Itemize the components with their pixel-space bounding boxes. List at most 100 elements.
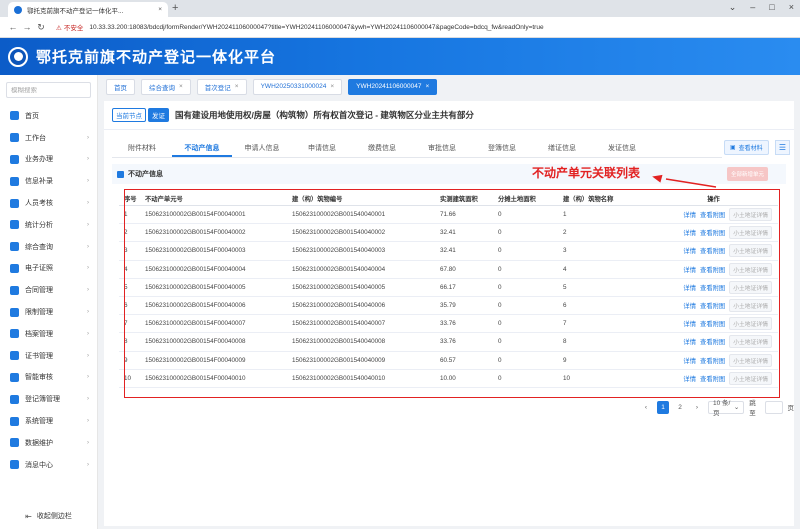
sidebar-item[interactable]: 首页 — [0, 105, 97, 127]
close-icon[interactable]: × — [425, 83, 429, 90]
view-drawing-link[interactable]: 查看附图 — [700, 337, 725, 346]
next-page-button[interactable]: › — [691, 401, 703, 414]
minimize-icon[interactable]: – — [750, 2, 755, 13]
forward-icon[interactable]: → — [20, 22, 34, 32]
goto-page-input[interactable] — [765, 400, 783, 414]
menu-toggle-button[interactable]: ☰ — [775, 140, 790, 155]
detail-link[interactable]: 详情 — [683, 356, 696, 365]
view-drawing-link[interactable]: 查看附图 — [700, 356, 725, 365]
view-drawing-link[interactable]: 查看附图 — [700, 228, 725, 237]
table-cell: 9 — [124, 356, 128, 364]
sidebar-item[interactable]: 工作台 › — [0, 127, 97, 149]
menu-item-icon — [10, 220, 19, 230]
view-drawing-link[interactable]: 查看附图 — [700, 374, 725, 383]
sidebar-item[interactable]: 智能审核 › — [0, 367, 97, 389]
close-window-icon[interactable]: × — [789, 2, 794, 13]
security-indicator[interactable]: ⚠ 不安全 — [56, 22, 83, 32]
close-icon[interactable]: × — [330, 83, 334, 90]
sidebar-item[interactable]: 数据维护 › — [0, 432, 97, 454]
detail-link[interactable]: 详情 — [683, 246, 696, 255]
table-cell: 150623100002GB00154F00040006 — [145, 302, 246, 310]
sidebar-item[interactable]: 消息中心 › — [0, 454, 97, 476]
close-icon[interactable]: × — [179, 83, 183, 90]
table-cell: 8 — [124, 338, 128, 346]
sidebar-item[interactable]: 限制管理 › — [0, 301, 97, 323]
table-cell: 0 — [498, 283, 502, 291]
table-cell: 150623100002GB00154F00040008 — [145, 338, 246, 346]
form-tab[interactable]: 登簿信息 — [472, 140, 532, 157]
page-tab[interactable]: YWH20250331000024 × — [252, 78, 343, 95]
view-drawing-link[interactable]: 查看附图 — [700, 283, 725, 292]
sidebar-item-label: 限制管理 — [25, 309, 53, 317]
view-material-button[interactable]: ▣ 查看材料 — [724, 140, 769, 155]
detail-link[interactable]: 详情 — [683, 265, 696, 274]
table-cell: 150623100002GB001540040006 — [292, 302, 386, 310]
sidebar-item[interactable]: 综合查询 › — [0, 236, 97, 258]
sidebar-item[interactable]: 登记簿管理 › — [0, 388, 97, 410]
sidebar-item[interactable]: 合同管理 › — [0, 279, 97, 301]
land-certificate-detail-button: 小土地证详情 — [729, 280, 772, 294]
sidebar-item[interactable]: 统计分析 › — [0, 214, 97, 236]
sidebar-item[interactable]: 档案管理 › — [0, 323, 97, 345]
page-tab[interactable]: 首页 — [106, 78, 135, 95]
prev-page-button[interactable]: ‹ — [640, 401, 652, 414]
tab-search-icon[interactable]: ⌄ — [729, 2, 737, 13]
form-tab[interactable]: 不动产信息 — [172, 140, 232, 157]
form-tab[interactable]: 缴费信息 — [352, 140, 412, 157]
chevron-right-icon: › — [87, 156, 89, 163]
sidebar-item[interactable]: 电子证照 › — [0, 258, 97, 280]
view-drawing-link[interactable]: 查看附图 — [700, 301, 725, 310]
view-drawing-link[interactable]: 查看附图 — [700, 319, 725, 328]
sidebar-item[interactable]: 系统管理 › — [0, 410, 97, 432]
form-tab[interactable]: 附件材料 — [112, 140, 172, 157]
table-row: 4 150623100002GB00154F00040004 15062310000… — [119, 261, 778, 279]
chevron-right-icon: › — [87, 309, 89, 316]
page-tab[interactable]: 首次登记 × — [196, 78, 247, 95]
table-cell: 0 — [498, 211, 502, 219]
sidebar-item[interactable]: 证书管理 › — [0, 345, 97, 367]
close-icon[interactable]: × — [235, 83, 239, 90]
page-tab[interactable]: 综合查询 × — [141, 78, 191, 95]
form-tab[interactable]: 申请人信息 — [232, 140, 292, 157]
collapse-icon: ⇤ — [25, 511, 32, 521]
sidebar-item-label: 登记簿管理 — [25, 396, 60, 404]
view-drawing-link[interactable]: 查看附图 — [700, 210, 725, 219]
add-all-units-button[interactable]: 全部新增单元 — [727, 167, 769, 181]
detail-link[interactable]: 详情 — [683, 228, 696, 237]
detail-link[interactable]: 详情 — [683, 337, 696, 346]
table-cell: 60.57 — [440, 356, 456, 364]
close-tab-icon[interactable]: × — [158, 6, 162, 13]
table-cell: 66.17 — [440, 283, 456, 291]
form-tab[interactable]: 审批信息 — [412, 140, 472, 157]
menu-item-icon — [10, 329, 19, 339]
view-drawing-link[interactable]: 查看附图 — [700, 265, 725, 274]
new-tab-icon[interactable]: + — [172, 2, 178, 15]
detail-link[interactable]: 详情 — [683, 319, 696, 328]
sidebar-item-label: 合同管理 — [25, 287, 53, 295]
reload-icon[interactable]: ↻ — [34, 22, 48, 33]
sidebar-item[interactable]: 业务办理 › — [0, 149, 97, 171]
form-tab[interactable]: 申请信息 — [292, 140, 352, 157]
sidebar-search-input[interactable] — [11, 86, 86, 94]
main-panel: 当前节点 发证 国有建设用地使用权/房屋（构筑物）所有权首次登记 - 建筑物区分… — [104, 101, 794, 526]
form-tab[interactable]: 缮证信息 — [532, 140, 592, 157]
page-tab[interactable]: YWH20241106000047 × — [348, 78, 438, 95]
maximize-icon[interactable]: □ — [769, 2, 774, 13]
form-tab[interactable]: 发证信息 — [592, 140, 652, 157]
sidebar-item[interactable]: 信息补录 › — [0, 170, 97, 192]
section-header: 不动产信息 — [112, 164, 786, 184]
page-2-button[interactable]: 2 — [674, 401, 686, 414]
chevron-right-icon: › — [87, 221, 89, 228]
browser-tab[interactable]: 鄂托克前旗不动产登记一体化平... × — [8, 2, 168, 17]
sidebar-item[interactable]: 人员考核 › — [0, 192, 97, 214]
view-drawing-link[interactable]: 查看附图 — [700, 246, 725, 255]
detail-link[interactable]: 详情 — [683, 374, 696, 383]
detail-link[interactable]: 详情 — [683, 301, 696, 310]
collapse-sidebar-button[interactable]: ⇤ 收起侧边栏 — [0, 511, 97, 521]
page-size-select[interactable]: 10 条/页 ⌄ — [708, 400, 745, 417]
detail-link[interactable]: 详情 — [683, 210, 696, 219]
detail-link[interactable]: 详情 — [683, 283, 696, 292]
page-1-button[interactable]: 1 — [657, 400, 669, 414]
address-bar[interactable]: ⚠ 不安全 10.33.33.200:18083/bdcdj/formRender… — [56, 22, 544, 33]
back-icon[interactable]: ← — [6, 22, 20, 32]
